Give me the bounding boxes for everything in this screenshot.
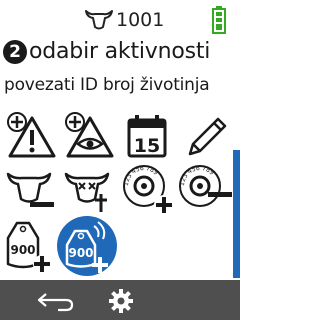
- add-rfid-tag-icon: 900: [57, 216, 117, 276]
- edit-button[interactable]: [178, 110, 234, 162]
- dead-animal-button[interactable]: [62, 164, 118, 216]
- back-arrow-icon: [37, 293, 74, 312]
- animal-count: 1001: [116, 9, 165, 31]
- status-bar: 1001: [0, 0, 240, 40]
- dead-animal-icon: [64, 172, 110, 212]
- add-observation-icon: [65, 112, 114, 158]
- calendar-button[interactable]: 15: [120, 110, 176, 162]
- gear-icon: [109, 289, 133, 313]
- remove-animal-icon: [6, 172, 54, 207]
- add-rfid-icon: 123 456 789: [123, 165, 174, 215]
- scrollbar[interactable]: [233, 150, 240, 278]
- page-title: odabir aktivnosti: [29, 39, 211, 64]
- cow-head-icon: [85, 10, 113, 30]
- add-rfid-tag-button[interactable]: 900: [56, 215, 118, 277]
- ear-tag-number: 900: [10, 243, 35, 257]
- add-alert-button[interactable]: [4, 110, 60, 162]
- add-alert-icon: [7, 112, 56, 158]
- add-observation-button[interactable]: [62, 110, 118, 162]
- add-ear-tag-button[interactable]: 900: [4, 218, 60, 273]
- remove-rfid-button[interactable]: 123 456 789: [178, 164, 234, 216]
- settings-button[interactable]: [108, 288, 134, 314]
- back-button[interactable]: [36, 288, 76, 314]
- rfid-tag-number: 900: [68, 246, 93, 260]
- add-ear-tag-icon: 900: [6, 221, 51, 273]
- calendar-icon: 15: [127, 115, 167, 158]
- remove-rfid-icon: 123 456 789: [179, 165, 232, 207]
- pencil-icon: [188, 117, 227, 156]
- title-row: 2 odabir aktivnosti: [3, 38, 210, 68]
- calendar-day: 15: [134, 135, 160, 157]
- page-subtitle: povezati ID broj životinja: [4, 75, 210, 95]
- bottom-bar: [0, 280, 240, 320]
- add-rfid-button[interactable]: 123 456 789: [120, 164, 176, 216]
- remove-animal-button[interactable]: [4, 164, 60, 216]
- step-number-badge: 2: [3, 40, 27, 64]
- battery-icon: [212, 6, 226, 34]
